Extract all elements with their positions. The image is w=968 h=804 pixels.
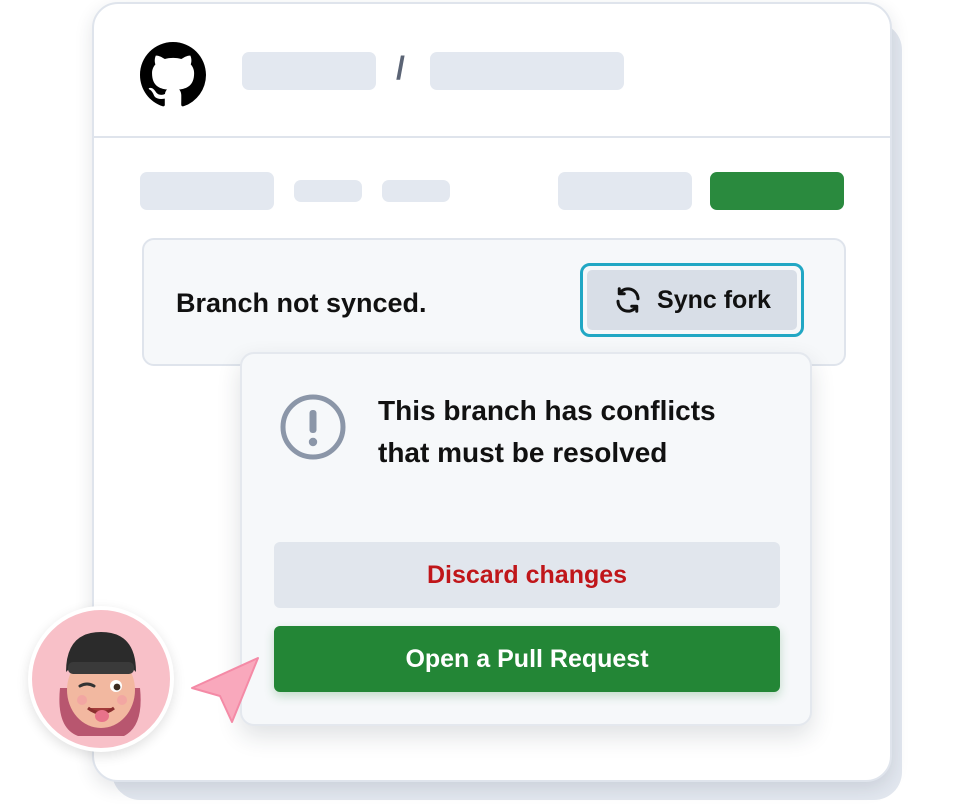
branch-selector-placeholder[interactable] (140, 172, 274, 210)
sync-status-bar: Branch not synced. Sync fork (142, 238, 846, 366)
toolbar-button-placeholder[interactable] (558, 172, 692, 210)
sync-fork-label: Sync fork (657, 285, 771, 314)
avatar (28, 606, 174, 752)
sync-icon (616, 287, 640, 313)
sync-status-text: Branch not synced. (176, 288, 427, 318)
conflict-message: This branch has conflicts that must be r… (378, 395, 716, 468)
pointer-arrow-icon (191, 657, 259, 723)
owner-placeholder[interactable] (242, 52, 376, 90)
path-separator: / (396, 50, 405, 86)
sync-fork-button[interactable]: Sync fork (580, 263, 804, 337)
discard-changes-button[interactable]: Discard changes (274, 542, 780, 608)
memoji-illustration (59, 632, 141, 736)
conflict-popover: This branch has conflicts that must be r… (240, 352, 812, 726)
github-icon[interactable] (140, 42, 206, 108)
alert-circle-icon (280, 394, 346, 460)
header-divider (94, 136, 890, 138)
code-button-placeholder[interactable] (710, 172, 844, 210)
sync-fork-button-face[interactable]: Sync fork (587, 270, 797, 330)
open-pull-request-button[interactable]: Open a Pull Request (274, 626, 780, 692)
toolbar-tab-placeholder-1[interactable] (294, 180, 362, 202)
repo-placeholder[interactable] (430, 52, 624, 90)
toolbar-tab-placeholder-2[interactable] (382, 180, 450, 202)
